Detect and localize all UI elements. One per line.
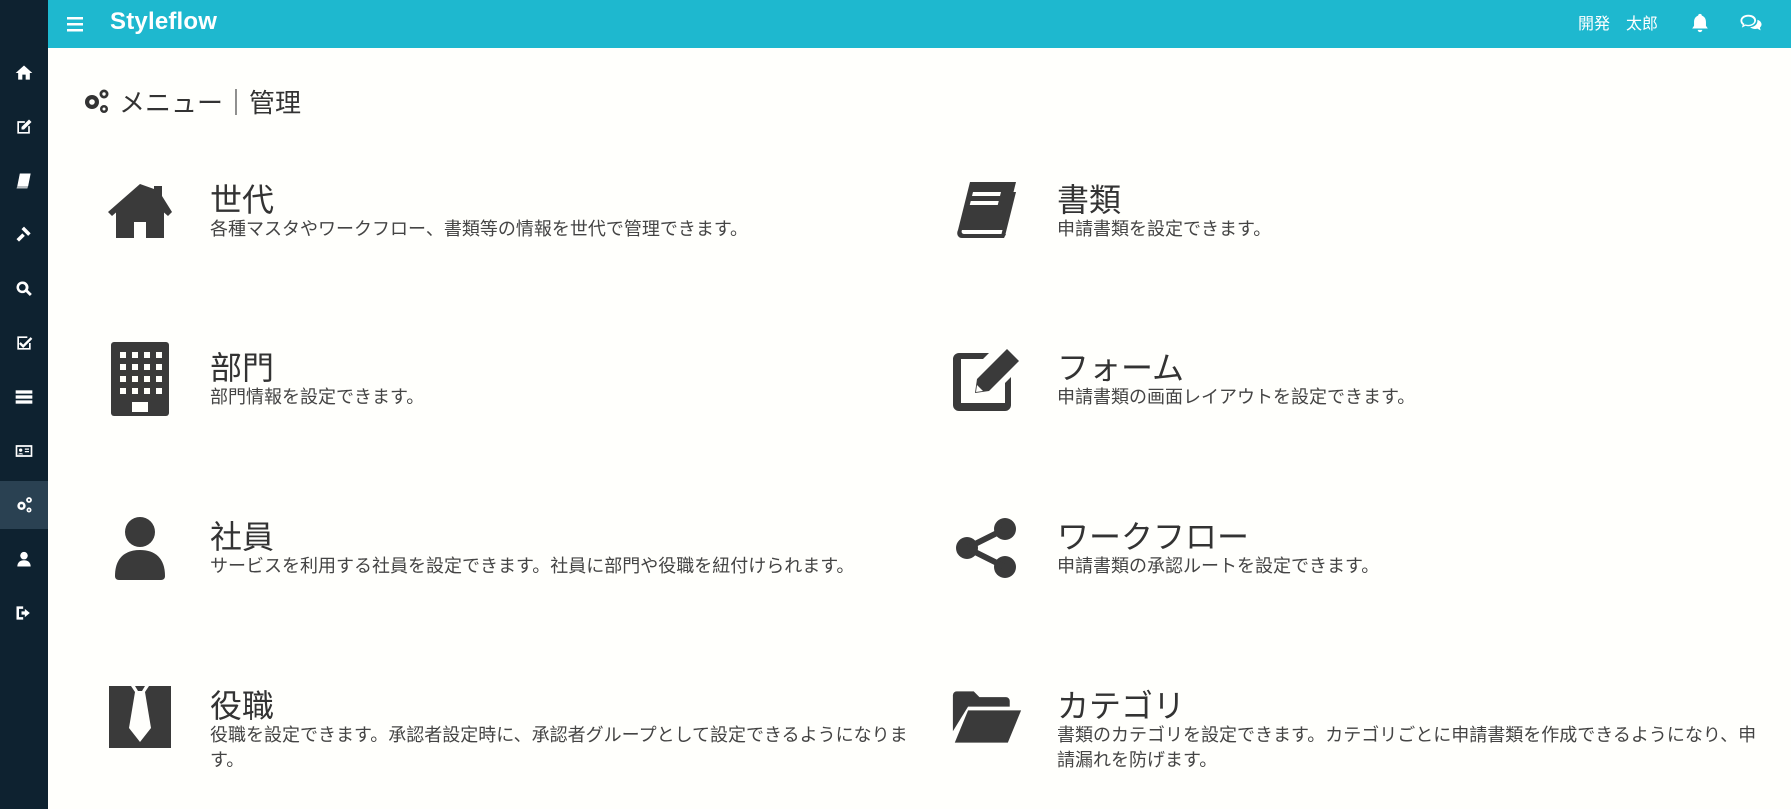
sidebar-item-gavel[interactable] <box>0 211 48 259</box>
search-icon <box>16 281 32 296</box>
sidebar-item-logout[interactable] <box>0 589 48 637</box>
sign-out-icon <box>16 606 30 620</box>
comments-icon <box>1740 14 1762 31</box>
menu-card-desc: 申請書類の画面レイアウトを設定できます。 <box>1057 387 1416 408</box>
page-title-text: メニュー｜管理 <box>119 88 302 119</box>
sidebar-item-tasks[interactable] <box>0 319 48 367</box>
home-icon <box>108 184 172 238</box>
book-icon <box>16 173 31 189</box>
menu-card-title: 世代 <box>210 181 275 219</box>
cogs-icon <box>17 497 32 513</box>
menu-card-title: ワークフロー <box>1057 518 1250 556</box>
menu-card-icon <box>951 175 1023 247</box>
menu-card-desc: 各種マスタやワークフロー、書類等の情報を世代で管理できます。 <box>210 219 749 240</box>
sidebar <box>0 0 48 809</box>
sidebar-item-edit[interactable] <box>0 103 48 151</box>
menu-card-category[interactable]: カテゴリ 書類のカテゴリを設定できます。カテゴリごとに申請書類を作成できるように… <box>951 681 1771 801</box>
tie-icon <box>109 686 171 748</box>
bell-icon <box>1692 13 1708 33</box>
check-square-icon <box>17 336 33 350</box>
menu-card-icon <box>951 681 1023 753</box>
edit-icon <box>953 349 1019 411</box>
home-icon <box>15 65 33 80</box>
sidebar-item-book[interactable] <box>0 157 48 205</box>
sidebar-item-admin[interactable] <box>0 481 48 529</box>
menu-card-icon <box>104 681 176 753</box>
menu-card-position[interactable]: 役職 役職を設定できます。承認者設定時に、承認者グループとして設定できるようにな… <box>104 681 924 801</box>
page-title: メニュー｜管理 <box>81 84 302 119</box>
menu-card-icon <box>104 342 176 416</box>
menu-card-form[interactable]: フォーム 申請書類の画面レイアウトを設定できます。 <box>951 343 1771 463</box>
notification-button[interactable] <box>1689 12 1711 34</box>
hamburger-icon <box>67 17 83 32</box>
menu-card-icon <box>104 512 176 584</box>
menu-card-desc: 申請書類を設定できます。 <box>1057 219 1272 240</box>
sidebar-item-search[interactable] <box>0 265 48 313</box>
cogs-icon <box>85 89 109 113</box>
menu-card-desc: 書類のカテゴリを設定できます。カテゴリごとに申請書類を作成できるようになり、申請… <box>1057 725 1757 771</box>
brand-logo[interactable]: Styleflow <box>110 8 217 36</box>
server-icon <box>15 390 33 404</box>
menu-card-desc: 役職を設定できます。承認者設定時に、承認者グループとして設定できるようになります… <box>210 725 908 771</box>
id-card-icon <box>15 445 33 457</box>
menu-card-icon <box>104 175 176 247</box>
user-icon <box>115 517 165 580</box>
sidebar-item-user[interactable] <box>0 535 48 583</box>
menu-card-department[interactable]: 部門 部門情報を設定できます。 <box>104 342 924 463</box>
sidebar-item-home[interactable] <box>0 49 48 97</box>
menu-card-title: 書類 <box>1057 181 1122 219</box>
menu-card-generation[interactable]: 世代 各種マスタやワークフロー、書類等の情報を世代で管理できます。 <box>104 175 924 295</box>
top-header: Styleflow 開発 太郎 <box>48 0 1791 48</box>
menu-card-desc: 申請書類の承認ルートを設定できます。 <box>1057 556 1380 577</box>
building-icon <box>111 342 169 416</box>
edit-icon <box>17 119 32 134</box>
folder-open-icon <box>952 691 1022 743</box>
menu-card-desc: サービスを利用する社員を設定できます。社員に部門や役職を紐付けられます。 <box>210 556 855 577</box>
menu-card-icon <box>951 512 1023 584</box>
menu-card-icon <box>951 343 1023 415</box>
menu-card-documents[interactable]: 書類 申請書類を設定できます。 <box>951 175 1771 295</box>
menu-card-title: カテゴリ <box>1057 687 1186 725</box>
sidebar-item-server[interactable] <box>0 373 48 421</box>
menu-card-workflow[interactable]: ワークフロー 申請書類の承認ルートを設定できます。 <box>951 512 1771 632</box>
gavel-icon <box>16 226 31 242</box>
menu-toggle-button[interactable] <box>66 14 86 34</box>
menu-card-title: 役職 <box>210 687 275 725</box>
menu-card-desc: 部門情報を設定できます。 <box>210 387 425 408</box>
user-name[interactable]: 開発 太郎 <box>1578 10 1658 34</box>
sidebar-item-idcard[interactable] <box>0 427 48 475</box>
book-icon <box>957 182 1016 238</box>
chat-button[interactable] <box>1739 12 1763 34</box>
menu-card-title: フォーム <box>1057 349 1185 387</box>
user-icon <box>17 551 31 567</box>
menu-card-employee[interactable]: 社員 サービスを利用する社員を設定できます。社員に部門や役職を紐付けられます。 <box>104 512 924 632</box>
share-icon <box>956 518 1016 578</box>
menu-card-title: 部門 <box>210 349 275 387</box>
menu-card-title: 社員 <box>210 518 275 556</box>
